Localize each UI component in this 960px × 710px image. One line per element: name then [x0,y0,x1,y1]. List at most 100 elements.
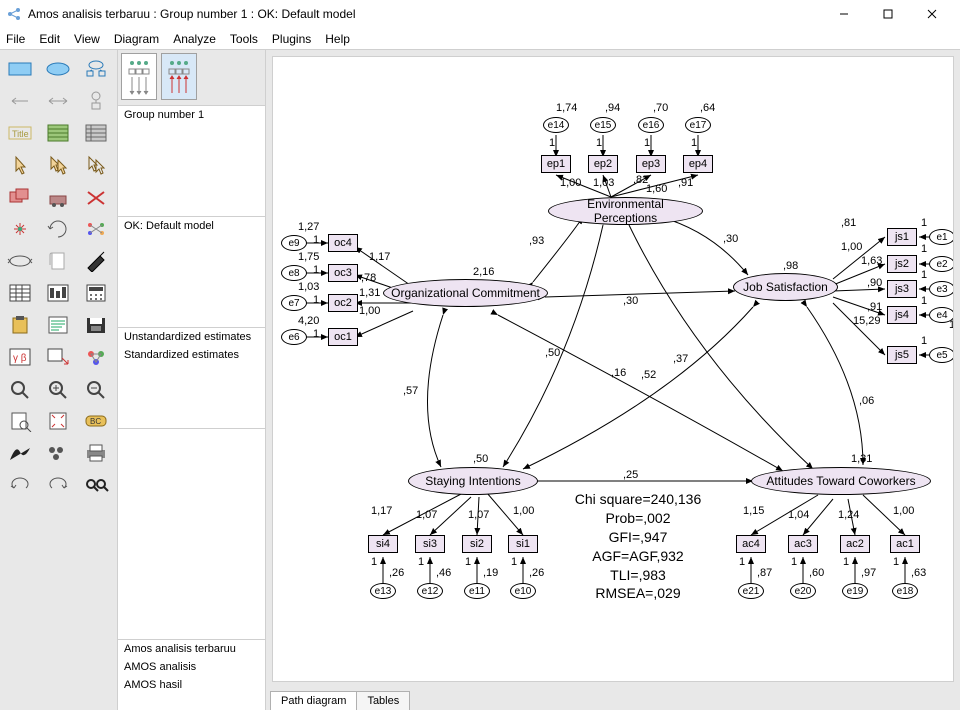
error-tool-icon[interactable] [78,86,114,116]
obs-oc3[interactable]: oc3 [328,264,358,282]
obs-js1[interactable]: js1 [887,228,917,246]
err-e13[interactable]: e13 [370,583,396,599]
latent-js[interactable]: Job Satisfaction [733,273,838,301]
err-e5[interactable]: e5 [929,347,954,363]
obs-si1[interactable]: si1 [508,535,538,553]
err-e14[interactable]: e14 [543,117,569,133]
print-tool-icon[interactable] [78,438,114,468]
obs-oc4[interactable]: oc4 [328,234,358,252]
zoom-out-tool-icon[interactable] [78,374,114,404]
title-tool-icon[interactable]: Title [2,118,38,148]
zoom-page-tool-icon[interactable] [2,406,38,436]
obs-oc2[interactable]: oc2 [328,294,358,312]
err-e20[interactable]: e20 [790,583,816,599]
menu-help[interactable]: Help [325,32,350,46]
object-props-tool-icon[interactable]: γ β [2,342,38,372]
redo-tool-icon[interactable] [40,470,76,500]
input-diagram-thumb[interactable] [121,53,157,100]
rectangle-tool-icon[interactable] [2,54,38,84]
spec-search-tool-icon[interactable] [78,470,114,500]
err-e17[interactable]: e17 [685,117,711,133]
multigroup-tool-icon[interactable] [40,438,76,468]
err-e10[interactable]: e10 [510,583,536,599]
shape-tool-icon[interactable] [2,214,38,244]
list-variables-icon[interactable] [40,118,76,148]
latent-si[interactable]: Staying Intentions [408,467,538,495]
err-e16[interactable]: e16 [638,117,664,133]
obs-ep3[interactable]: ep3 [636,155,666,173]
obs-si4[interactable]: si4 [368,535,398,553]
loupe-tool-icon[interactable]: BC [78,406,114,436]
groups-item[interactable]: Group number 1 [118,106,265,124]
latent-ep[interactable]: Environmental Perceptions [548,197,703,225]
fit-page-tool-icon[interactable] [40,406,76,436]
std-estimates-item[interactable]: Standardized estimates [118,346,265,364]
obs-js5[interactable]: js5 [887,346,917,364]
calculate-tool-icon[interactable] [78,278,114,308]
latent-ac[interactable]: Attitudes Toward Coworkers [751,467,931,495]
obs-si2[interactable]: si2 [462,535,492,553]
single-arrow-tool-icon[interactable] [2,86,38,116]
save-tool-icon[interactable] [78,310,114,340]
clipboard-tool-icon[interactable] [2,310,38,340]
deselect-tool-icon[interactable] [78,150,114,180]
menu-diagram[interactable]: Diagram [114,32,159,46]
err-e8[interactable]: e8 [281,265,307,281]
err-e6[interactable]: e6 [281,329,307,345]
err-e21[interactable]: e21 [738,583,764,599]
menu-plugins[interactable]: Plugins [272,32,311,46]
move-tool-icon[interactable] [40,182,76,212]
err-e11[interactable]: e11 [464,583,490,599]
scroll-tool-icon[interactable] [40,246,76,276]
tab-tables[interactable]: Tables [356,691,410,710]
analysis-props-tool-icon[interactable] [40,278,76,308]
err-e12[interactable]: e12 [417,583,443,599]
err-e1[interactable]: e1 [929,229,954,245]
menu-edit[interactable]: Edit [39,32,60,46]
err-e7[interactable]: e7 [281,295,307,311]
menu-tools[interactable]: Tools [230,32,258,46]
reflect-tool-icon[interactable] [78,214,114,244]
err-e2[interactable]: e2 [929,256,954,272]
file-item-1[interactable]: Amos analisis terbaruu [118,640,265,658]
latent-tool-icon[interactable] [78,54,114,84]
obs-ep2[interactable]: ep2 [588,155,618,173]
double-arrow-tool-icon[interactable] [40,86,76,116]
touch-up-tool-icon[interactable] [78,246,114,276]
maximize-button[interactable] [866,0,910,28]
err-e9[interactable]: e9 [281,235,307,251]
menu-file[interactable]: File [6,32,25,46]
diagram-canvas[interactable]: Environmental Perceptions Organizational… [272,56,954,682]
obs-js2[interactable]: js2 [887,255,917,273]
models-item[interactable]: OK: Default model [118,217,265,235]
obs-ac2[interactable]: ac2 [840,535,870,553]
obs-ep4[interactable]: ep4 [683,155,713,173]
latent-oc[interactable]: Organizational Commitment [383,279,548,307]
drag-props-tool-icon[interactable] [40,342,76,372]
obs-js3[interactable]: js3 [887,280,917,298]
err-e18[interactable]: e18 [892,583,918,599]
select-tool-icon[interactable] [2,150,38,180]
tab-path-diagram[interactable]: Path diagram [270,691,357,710]
obs-ac1[interactable]: ac1 [890,535,920,553]
obs-ac3[interactable]: ac3 [788,535,818,553]
list-dataset-icon[interactable] [78,118,114,148]
obs-js4[interactable]: js4 [887,306,917,324]
menu-view[interactable]: View [74,32,100,46]
data-file-tool-icon[interactable] [2,278,38,308]
erase-tool-icon[interactable] [78,182,114,212]
unstd-estimates-item[interactable]: Unstandardized estimates [118,328,265,346]
bayesian-tool-icon[interactable] [2,438,38,468]
duplicate-tool-icon[interactable] [2,182,38,212]
file-item-2[interactable]: AMOS analisis [118,658,265,676]
obs-ep1[interactable]: ep1 [541,155,571,173]
output-diagram-thumb[interactable] [161,53,197,100]
err-e19[interactable]: e19 [842,583,868,599]
undo-tool-icon[interactable] [2,470,38,500]
text-output-tool-icon[interactable] [40,310,76,340]
zoom-in-tool-icon[interactable] [40,374,76,404]
obs-si3[interactable]: si3 [415,535,445,553]
err-e15[interactable]: e15 [590,117,616,133]
move-param-tool-icon[interactable] [2,246,38,276]
menu-analyze[interactable]: Analyze [173,32,216,46]
